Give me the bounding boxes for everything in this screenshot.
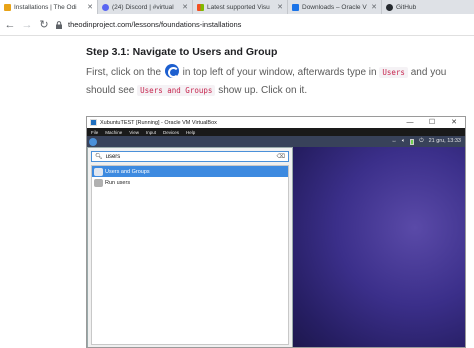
instruction-paragraph: First, click on the in top left of your …	[86, 64, 466, 100]
menu-machine: Machine	[105, 129, 123, 135]
tab-oracle-downloads[interactable]: Downloads – Oracle V ✕	[288, 0, 382, 14]
reload-icon[interactable]: ↻	[37, 18, 51, 32]
tab-close-icon[interactable]: ✕	[87, 3, 93, 11]
back-arrow-icon[interactable]: ←	[3, 18, 17, 32]
vm-menubar: File Machine View Input Devices Help	[87, 128, 465, 136]
clear-icon: ⌫	[276, 154, 285, 160]
xubuntu-menu-icon	[164, 64, 179, 78]
inline-code-users: Users	[379, 67, 408, 78]
tab-label: Latest supported Visu	[207, 3, 270, 11]
forward-arrow-icon[interactable]: →	[20, 18, 34, 32]
network-icon: ↔	[391, 138, 397, 144]
battery-icon	[410, 138, 415, 145]
tab-label: GitHub	[396, 3, 417, 11]
power-icon: ⏻	[419, 138, 424, 144]
desktop-wallpaper	[293, 147, 465, 347]
window-buttons: — ☐ ✕	[399, 117, 465, 128]
result-label: Users and Groups	[105, 168, 150, 175]
menu-devices: Devices	[162, 129, 179, 135]
url-field[interactable]: theodinproject.com/lessons/foundations-i…	[55, 20, 241, 29]
tab-close-icon[interactable]: ✕	[371, 3, 377, 11]
search-results: Users and Groups Run users	[91, 165, 289, 345]
menu-help: Help	[186, 129, 196, 135]
search-input: 🔍︎ users ⌫	[91, 151, 289, 162]
inline-code-users-and-groups: Users and Groups	[137, 85, 216, 96]
address-bar: ← → ↻ theodinproject.com/lessons/foundat…	[0, 14, 474, 36]
text: First, click on the	[86, 67, 162, 78]
list-item: Users and Groups	[92, 166, 288, 177]
minimize-icon: —	[406, 119, 414, 126]
tab-close-icon[interactable]: ✕	[277, 3, 283, 11]
tab-bar: Installations | The Odi ✕ (24) Discord |…	[0, 0, 474, 14]
lock-icon	[56, 20, 62, 29]
tab-discord[interactable]: (24) Discord | #virtual ✕	[98, 0, 193, 14]
system-tray: ↔ 🔈︎ ⏻ 21 gru, 13:33	[391, 136, 461, 147]
users-icon	[94, 167, 103, 176]
discord-favicon-icon	[102, 3, 109, 11]
list-item: Run users	[92, 177, 288, 188]
volume-icon: 🔈︎	[401, 138, 406, 144]
whisker-menu-icon	[89, 137, 97, 146]
odin-favicon-icon	[4, 3, 11, 11]
tab-label: (24) Discord | #virtual	[112, 3, 174, 11]
menu-file: File	[91, 129, 99, 135]
virtualbox-screenshot: XubuntuTEST [Running] - Oracle VM Virtua…	[86, 116, 466, 348]
text: show up. Click on it.	[218, 85, 308, 96]
tab-label: Downloads – Oracle V	[302, 3, 367, 11]
vm-title: XubuntuTEST [Running] - Oracle VM Virtua…	[100, 119, 217, 126]
xfce-panel: ↔ 🔈︎ ⏻ 21 gru, 13:33	[87, 136, 465, 147]
tab-github[interactable]: GitHub	[382, 0, 474, 14]
search-value: users	[105, 153, 121, 160]
users-icon	[94, 178, 103, 187]
whisker-menu: 🔍︎ users ⌫ Users and Groups Run users	[87, 147, 293, 347]
search-icon: 🔍︎	[95, 154, 103, 160]
tab-close-icon[interactable]: ✕	[182, 3, 188, 11]
tab-visual-studio[interactable]: Latest supported Visu ✕	[193, 0, 288, 14]
menu-view: View	[129, 129, 139, 135]
tab-label: Installations | The Odi	[14, 3, 77, 11]
page-heading: Step 3.1: Navigate to Users and Group	[86, 46, 278, 58]
virtualbox-icon	[90, 119, 97, 126]
maximize-icon: ☐	[428, 119, 436, 126]
text: in top left of your window, afterwards t…	[182, 67, 377, 78]
url-text: theodinproject.com/lessons/foundations-i…	[68, 20, 242, 29]
clock: 21 gru, 13:33	[428, 138, 461, 144]
result-label: Run users	[105, 179, 131, 186]
menu-input: Input	[145, 129, 156, 135]
article: Step 3.1: Navigate to Users and Group Fi…	[86, 40, 466, 100]
tab-installations[interactable]: Installations | The Odi ✕	[0, 0, 98, 14]
virtualbox-favicon-icon	[292, 3, 299, 11]
github-favicon-icon	[386, 3, 393, 11]
close-icon: ✕	[451, 119, 457, 126]
vm-titlebar: XubuntuTEST [Running] - Oracle VM Virtua…	[87, 117, 465, 128]
microsoft-favicon-icon	[197, 3, 204, 11]
